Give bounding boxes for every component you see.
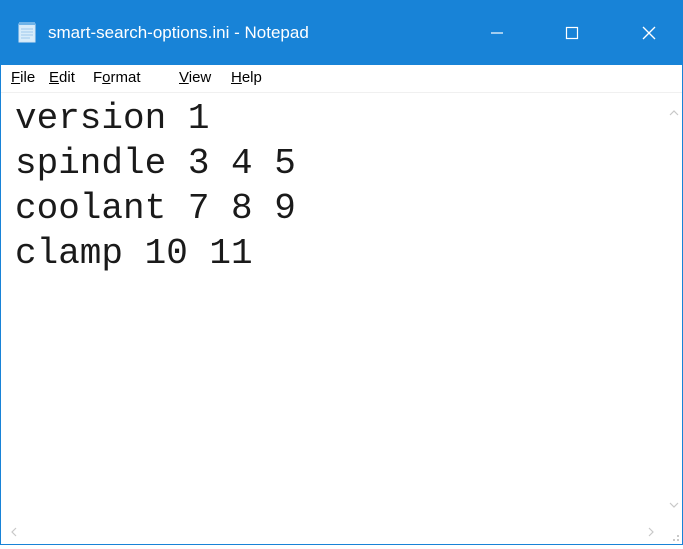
text-editor[interactable]: version 1 spindle 3 4 5 coolant 7 8 9 cl… (1, 93, 665, 517)
scroll-up-arrow-icon[interactable] (669, 109, 679, 117)
vertical-scrollbar[interactable] (665, 93, 682, 517)
minimize-button[interactable] (466, 0, 528, 65)
window-title: smart-search-options.ini - Notepad (48, 23, 309, 42)
menu-format-pre: F (93, 69, 103, 86)
menu-format[interactable]: Format (93, 69, 141, 87)
menu-edit-mnemonic: E (49, 69, 60, 86)
minimize-icon (491, 31, 503, 34)
resize-grip[interactable] (665, 517, 682, 544)
scroll-down-arrow-icon[interactable] (669, 501, 679, 509)
close-icon (642, 26, 656, 39)
horizontal-scrollbar[interactable] (1, 517, 665, 544)
notepad-window: smart-search-options.ini - Notepad File … (0, 0, 683, 545)
editor-line: clamp 10 11 (15, 233, 253, 274)
maximize-button[interactable] (541, 0, 603, 65)
close-button[interactable] (618, 0, 680, 65)
resize-grip-icon (673, 535, 679, 541)
maximize-icon (565, 26, 579, 39)
scroll-left-arrow-icon[interactable] (10, 527, 18, 537)
editor-line: version 1 (15, 98, 210, 139)
menu-format-mnemonic: o (102, 69, 111, 86)
menu-format-label: rmat (110, 69, 141, 86)
menu-file-label: ile (20, 69, 36, 86)
menu-help-mnemonic: H (231, 69, 242, 86)
menu-file[interactable]: File (11, 69, 35, 87)
menu-view[interactable]: View (179, 69, 211, 87)
editor-line: spindle 3 4 5 (15, 143, 296, 184)
menu-bar: File Edit Format View Help (1, 65, 682, 93)
menu-help-label: elp (241, 69, 262, 86)
notepad-icon (18, 21, 36, 43)
menu-edit-label: dit (59, 69, 75, 86)
menu-edit[interactable]: Edit (49, 69, 75, 87)
menu-help[interactable]: Help (231, 69, 262, 87)
menu-view-label: iew (188, 69, 212, 86)
menu-file-mnemonic: F (11, 69, 21, 86)
menu-view-mnemonic: V (179, 69, 189, 86)
title-bar[interactable]: smart-search-options.ini - Notepad (1, 0, 682, 65)
scroll-right-arrow-icon[interactable] (647, 527, 655, 537)
editor-line: coolant 7 8 9 (15, 188, 296, 229)
